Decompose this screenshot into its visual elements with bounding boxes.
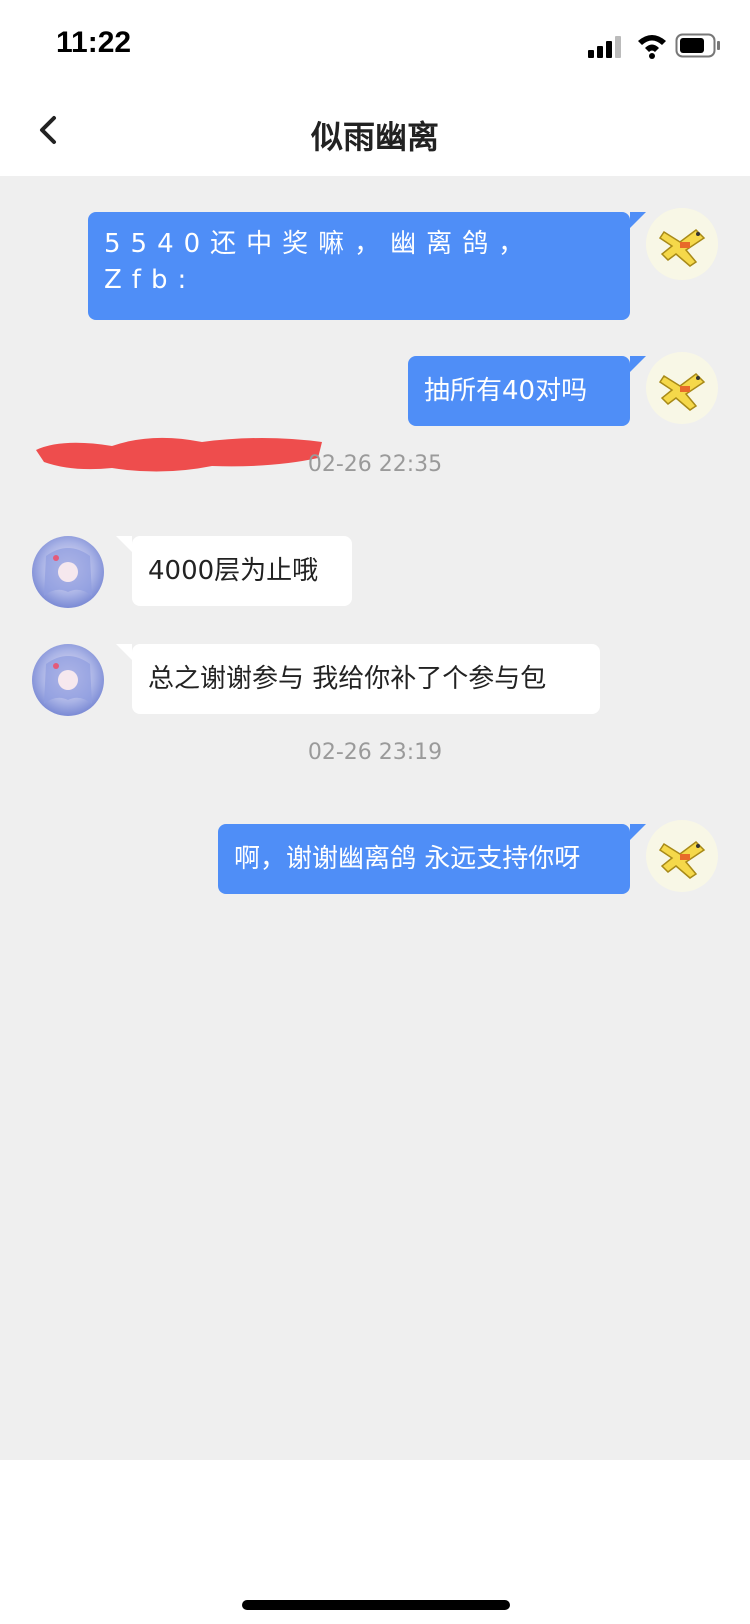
message-bubble-received[interactable]: 4000层为止哦 [132, 536, 352, 606]
message-text: 啊，谢谢幽离鸽 永远支持你呀 [234, 844, 581, 874]
message-text: 5540还中奖嘛，幽离鸽，Zfb: [104, 229, 535, 295]
duck-avatar-icon [646, 352, 718, 424]
home-indicator[interactable] [242, 1600, 510, 1610]
bubble-tail [630, 212, 646, 228]
message-bubble-sent[interactable]: 5540还中奖嘛，幽离鸽，Zfb: [88, 212, 630, 320]
message-bubble-sent[interactable]: 抽所有40对吗 [408, 356, 630, 426]
bubble-tail [630, 824, 646, 840]
status-time: 11:22 [56, 26, 132, 59]
anime-avatar-icon [32, 536, 104, 608]
message-text: 4000层为止哦 [148, 556, 319, 586]
message-text: 抽所有40对吗 [424, 376, 588, 406]
message-bubble-sent[interactable]: 啊，谢谢幽离鸽 永远支持你呀 [218, 824, 630, 894]
duck-avatar-icon [646, 820, 718, 892]
duck-avatar-icon [646, 208, 718, 280]
home-area [0, 1460, 750, 1624]
page-title: 似雨幽离 [310, 118, 439, 156]
avatar-contact[interactable] [32, 536, 104, 608]
bubble-tail [116, 536, 132, 552]
anime-avatar-icon [32, 644, 104, 716]
timestamp: 02-26 22:35 [307, 452, 443, 477]
signal-icon [588, 36, 621, 58]
message-text: 总之谢谢参与 我给你补了个参与包 [148, 664, 547, 694]
bubble-tail [630, 356, 646, 372]
status-icons [580, 32, 720, 60]
chat-area[interactable]: 5540还中奖嘛，幽离鸽，Zfb: 抽所有40对吗 02-26 22:35 40… [0, 176, 750, 1460]
message-bubble-received[interactable]: 总之谢谢参与 我给你补了个参与包 [132, 644, 600, 714]
battery-icon [675, 33, 720, 58]
nav-bar: 似雨幽离 [0, 88, 750, 176]
avatar-self[interactable] [646, 352, 718, 424]
timestamp: 02-26 23:19 [307, 740, 443, 765]
bubble-tail [116, 644, 132, 660]
avatar-contact[interactable] [32, 644, 104, 716]
avatar-self[interactable] [646, 208, 718, 280]
status-bar: 11:22 [0, 0, 750, 88]
avatar-self[interactable] [646, 820, 718, 892]
wifi-icon [638, 35, 666, 59]
